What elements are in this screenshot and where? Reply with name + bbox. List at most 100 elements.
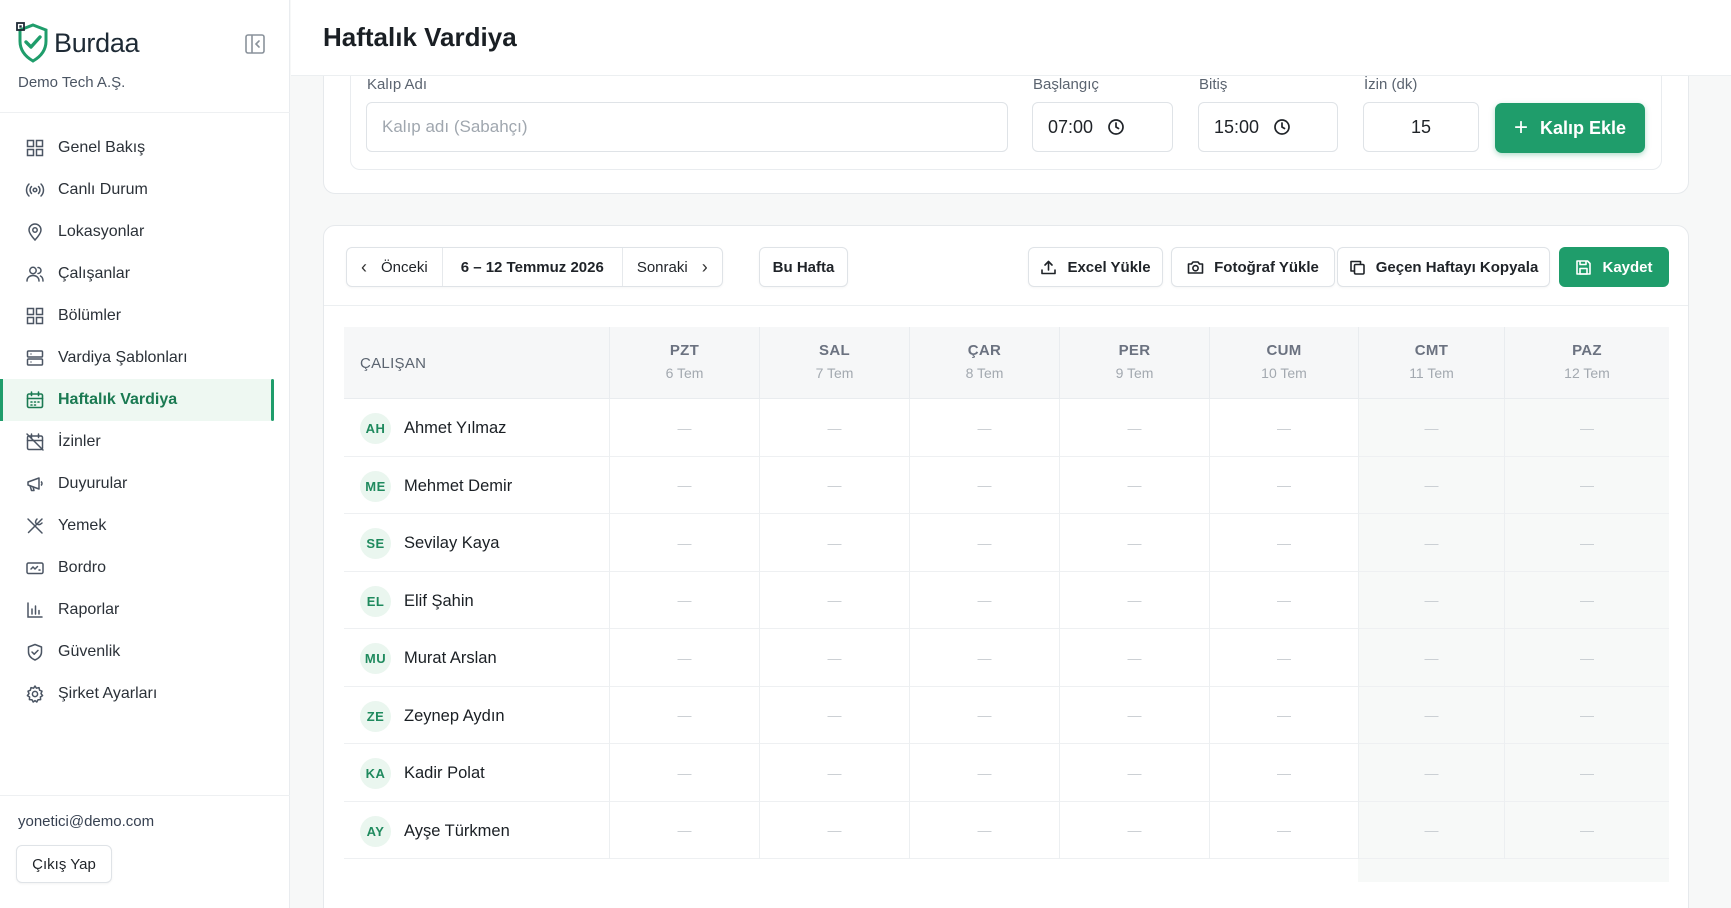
- shift-cell[interactable]: —: [1059, 456, 1209, 514]
- brand[interactable]: Burdaa: [16, 20, 140, 66]
- shift-cell[interactable]: —: [1209, 456, 1358, 514]
- shift-cell[interactable]: —: [1059, 629, 1209, 687]
- sidebar-item-haftalik-vardiya[interactable]: Haftalık Vardiya: [0, 379, 274, 421]
- shift-cell[interactable]: —: [1358, 744, 1504, 802]
- save-button[interactable]: Kaydet: [1559, 247, 1669, 287]
- shift-cell[interactable]: —: [909, 399, 1059, 457]
- shift-cell[interactable]: —: [1504, 514, 1669, 572]
- shift-cell[interactable]: —: [909, 629, 1059, 687]
- shift-cell[interactable]: —: [1358, 399, 1504, 457]
- shift-cell[interactable]: —: [609, 399, 759, 457]
- shift-cell[interactable]: —: [609, 744, 759, 802]
- shift-cell[interactable]: —: [1504, 571, 1669, 629]
- shift-cell[interactable]: —: [759, 399, 909, 457]
- shift-cell[interactable]: —: [1209, 801, 1358, 859]
- sidebar-item-raporlar[interactable]: Raporlar: [0, 589, 290, 631]
- sidebar-nav: Genel Bakış Canlı Durum Lokasyonlar Çalı…: [0, 127, 290, 715]
- shift-cell[interactable]: —: [1059, 744, 1209, 802]
- start-time-value: 07:00: [1048, 116, 1094, 137]
- shift-cell[interactable]: —: [1209, 571, 1358, 629]
- sidebar-item-genel-bakis[interactable]: Genel Bakış: [0, 127, 290, 169]
- shift-cell[interactable]: —: [1209, 514, 1358, 572]
- broadcast-icon: [25, 183, 45, 197]
- shift-cell[interactable]: —: [609, 686, 759, 744]
- shift-cell[interactable]: —: [1209, 686, 1358, 744]
- logout-button[interactable]: Çıkış Yap: [16, 845, 112, 883]
- shift-cell[interactable]: —: [909, 514, 1059, 572]
- shift-cell[interactable]: —: [759, 571, 909, 629]
- shift-cell[interactable]: —: [1504, 686, 1669, 744]
- shift-cell[interactable]: —: [609, 456, 759, 514]
- shift-cell[interactable]: —: [1059, 399, 1209, 457]
- shift-cell[interactable]: —: [1059, 801, 1209, 859]
- shift-cell[interactable]: —: [1358, 571, 1504, 629]
- prev-week-button[interactable]: ‹ Önceki: [347, 248, 442, 286]
- shift-cell[interactable]: —: [1209, 399, 1358, 457]
- shift-cell[interactable]: —: [1059, 514, 1209, 572]
- company-name: Demo Tech A.Ş.: [18, 74, 126, 91]
- sidebar-item-bordro[interactable]: Bordro: [0, 547, 290, 589]
- sidebar-item-vardiya-sablonlari[interactable]: Vardiya Şablonları: [0, 337, 290, 379]
- shift-cell[interactable]: —: [909, 686, 1059, 744]
- photo-upload-button[interactable]: Fotoğraf Yükle: [1171, 247, 1335, 287]
- shift-cell[interactable]: —: [1504, 629, 1669, 687]
- shift-cell[interactable]: —: [759, 686, 909, 744]
- excel-upload-button[interactable]: Excel Yükle: [1028, 247, 1163, 287]
- day-header-mon: PZT 6 Tem: [609, 327, 759, 399]
- sidebar-item-bolumler[interactable]: Bölümler: [0, 295, 290, 337]
- sidebar-item-yemek[interactable]: Yemek: [0, 505, 290, 547]
- shift-cell[interactable]: —: [1358, 514, 1504, 572]
- sidebar-item-label: Güvenlik: [58, 643, 121, 660]
- shift-cell[interactable]: —: [909, 744, 1059, 802]
- map-pin-icon: [28, 223, 42, 242]
- logo-icon: [16, 22, 48, 63]
- sidebar-item-guvenlik[interactable]: Güvenlik: [0, 631, 290, 673]
- shift-cell[interactable]: —: [609, 629, 759, 687]
- shift-cell[interactable]: —: [1209, 629, 1358, 687]
- break-input[interactable]: 15: [1363, 102, 1479, 152]
- grid-body: AH Ahmet Yılmaz — — — — — — — ME Mehmet Demir — — — — —…: [344, 399, 1669, 859]
- this-week-button[interactable]: Bu Hafta: [759, 247, 848, 287]
- sidebar-item-calisanlar[interactable]: Çalışanlar: [0, 253, 290, 295]
- sidebar-item-lokasyonlar[interactable]: Lokasyonlar: [0, 211, 290, 253]
- save-label: Kaydet: [1602, 258, 1653, 276]
- shift-cell[interactable]: —: [1358, 629, 1504, 687]
- sidebar-item-sirket-ayarlari[interactable]: Şirket Ayarları: [0, 673, 290, 715]
- copy-last-week-button[interactable]: Geçen Haftayı Kopyala: [1337, 247, 1550, 287]
- shift-cell[interactable]: —: [1504, 744, 1669, 802]
- sidebar-item-duyurular[interactable]: Duyurular: [0, 463, 290, 505]
- topbar: Haftalık Vardiya: [291, 0, 1731, 76]
- shift-cell[interactable]: —: [609, 801, 759, 859]
- sidebar-item-canli-durum[interactable]: Canlı Durum: [0, 169, 290, 211]
- shift-cell[interactable]: —: [1358, 456, 1504, 514]
- add-template-button[interactable]: + Kalıp Ekle: [1495, 103, 1645, 153]
- shift-cell[interactable]: —: [909, 456, 1059, 514]
- collapse-sidebar-icon[interactable]: [243, 32, 267, 56]
- shift-cell[interactable]: —: [1358, 686, 1504, 744]
- shift-cell[interactable]: —: [759, 456, 909, 514]
- shift-cell[interactable]: —: [1504, 801, 1669, 859]
- template-name-input[interactable]: Kalıp adı (Sabahçı): [366, 102, 1008, 152]
- shift-cell[interactable]: —: [759, 629, 909, 687]
- shift-cell[interactable]: —: [1504, 399, 1669, 457]
- shift-cell[interactable]: —: [1059, 686, 1209, 744]
- next-week-button[interactable]: Sonraki ›: [621, 248, 722, 286]
- end-time-input[interactable]: 15:00: [1198, 102, 1338, 152]
- upload-icon: [1041, 260, 1057, 274]
- shift-cell[interactable]: —: [1358, 801, 1504, 859]
- shift-cell[interactable]: —: [759, 514, 909, 572]
- employee-name: Elif Şahin: [404, 591, 474, 610]
- shift-cell[interactable]: —: [1059, 571, 1209, 629]
- camera-icon: [1187, 260, 1204, 274]
- shift-cell[interactable]: —: [1209, 744, 1358, 802]
- shift-cell[interactable]: —: [909, 571, 1059, 629]
- shift-cell[interactable]: —: [759, 744, 909, 802]
- shift-cell[interactable]: —: [909, 801, 1059, 859]
- shift-cell[interactable]: —: [609, 571, 759, 629]
- page-title: Haftalık Vardiya: [323, 22, 517, 52]
- shift-cell[interactable]: —: [609, 514, 759, 572]
- start-time-input[interactable]: 07:00: [1032, 102, 1173, 152]
- shift-cell[interactable]: —: [759, 801, 909, 859]
- shift-cell[interactable]: —: [1504, 456, 1669, 514]
- sidebar-item-izinler[interactable]: İzinler: [0, 421, 290, 463]
